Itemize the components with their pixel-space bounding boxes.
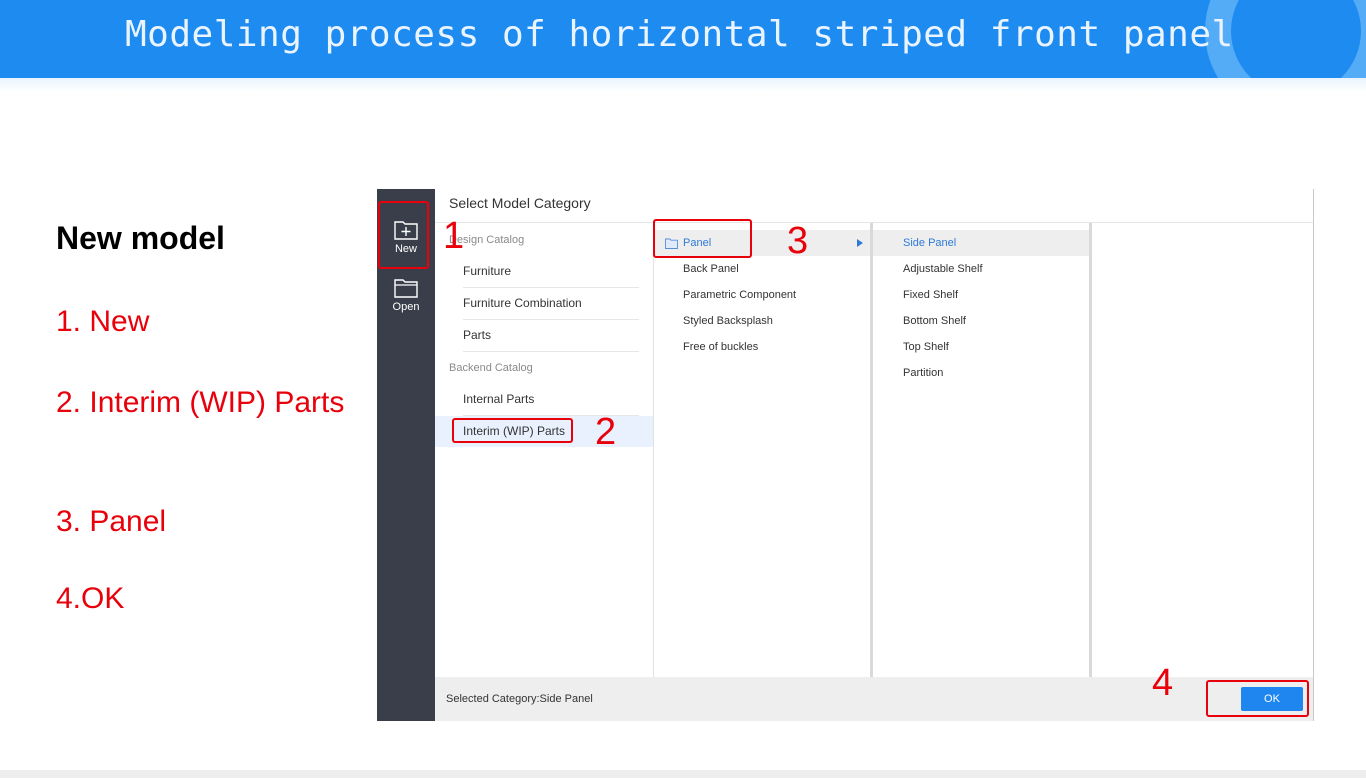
step-4: 4.OK [56,582,125,615]
list-item-side-panel[interactable]: Side Panel [873,230,1089,256]
annotation-box-interim [452,418,573,443]
open-button-label: Open [392,301,420,313]
folder-icon [394,279,418,298]
list-item-bottom-shelf[interactable]: Bottom Shelf [873,308,1089,334]
backend-catalog-label: Backend Catalog [449,362,533,374]
dialog-title: Select Model Category [449,195,591,211]
select-model-category-dialog: New Open Select Model Category Design Ca… [377,189,1314,721]
dialog-footer: Selected Category:Side Panel OK [435,677,1313,721]
slide-bottom-bar [0,770,1366,778]
annotation-box-panel [653,219,752,258]
selected-category-text: Selected Category:Side Panel [446,693,593,705]
catalog-column: Design Catalog Furniture Furniture Combi… [435,223,653,677]
list-item-parametric-component[interactable]: Parametric Component [654,282,870,308]
list-item-top-shelf[interactable]: Top Shelf [873,334,1089,360]
list-item-free-of-buckles[interactable]: Free of buckles [654,334,870,360]
caret-right-icon [857,239,863,247]
catalog-item-parts[interactable]: Parts [463,320,639,352]
annotation-number-4: 4 [1152,662,1174,704]
panel-subtype-column: Side Panel Adjustable Shelf Fixed Shelf … [873,223,1089,677]
catalog-item-furniture[interactable]: Furniture [463,256,639,288]
annotation-box-new [378,201,429,269]
header-banner: Modeling process of horizontal striped f… [0,0,1366,78]
annotation-box-ok [1206,680,1309,717]
step-1: 1. New [56,305,150,338]
annotation-number-1: 1 [443,215,465,257]
catalog-item-furniture-combination[interactable]: Furniture Combination [463,288,639,320]
list-item-adjustable-shelf[interactable]: Adjustable Shelf [873,256,1089,282]
step-3: 3. Panel [56,505,167,538]
list-item-styled-backsplash[interactable]: Styled Backsplash [654,308,870,334]
banner-shadow-strip [0,78,1366,92]
list-item-back-panel[interactable]: Back Panel [654,256,870,282]
column-divider [1089,223,1092,677]
section-heading: New model [56,220,225,256]
annotation-number-3: 3 [787,220,809,262]
list-item-fixed-shelf[interactable]: Fixed Shelf [873,282,1089,308]
panel-type-column: Panel Back Panel Parametric Component St… [654,223,870,677]
annotation-number-2: 2 [595,411,617,453]
open-button[interactable]: Open [377,269,435,321]
page-title: Modeling process of horizontal striped f… [125,14,1234,55]
list-item-partition[interactable]: Partition [873,360,1089,386]
step-2: 2. Interim (WIP) Parts [56,386,345,419]
